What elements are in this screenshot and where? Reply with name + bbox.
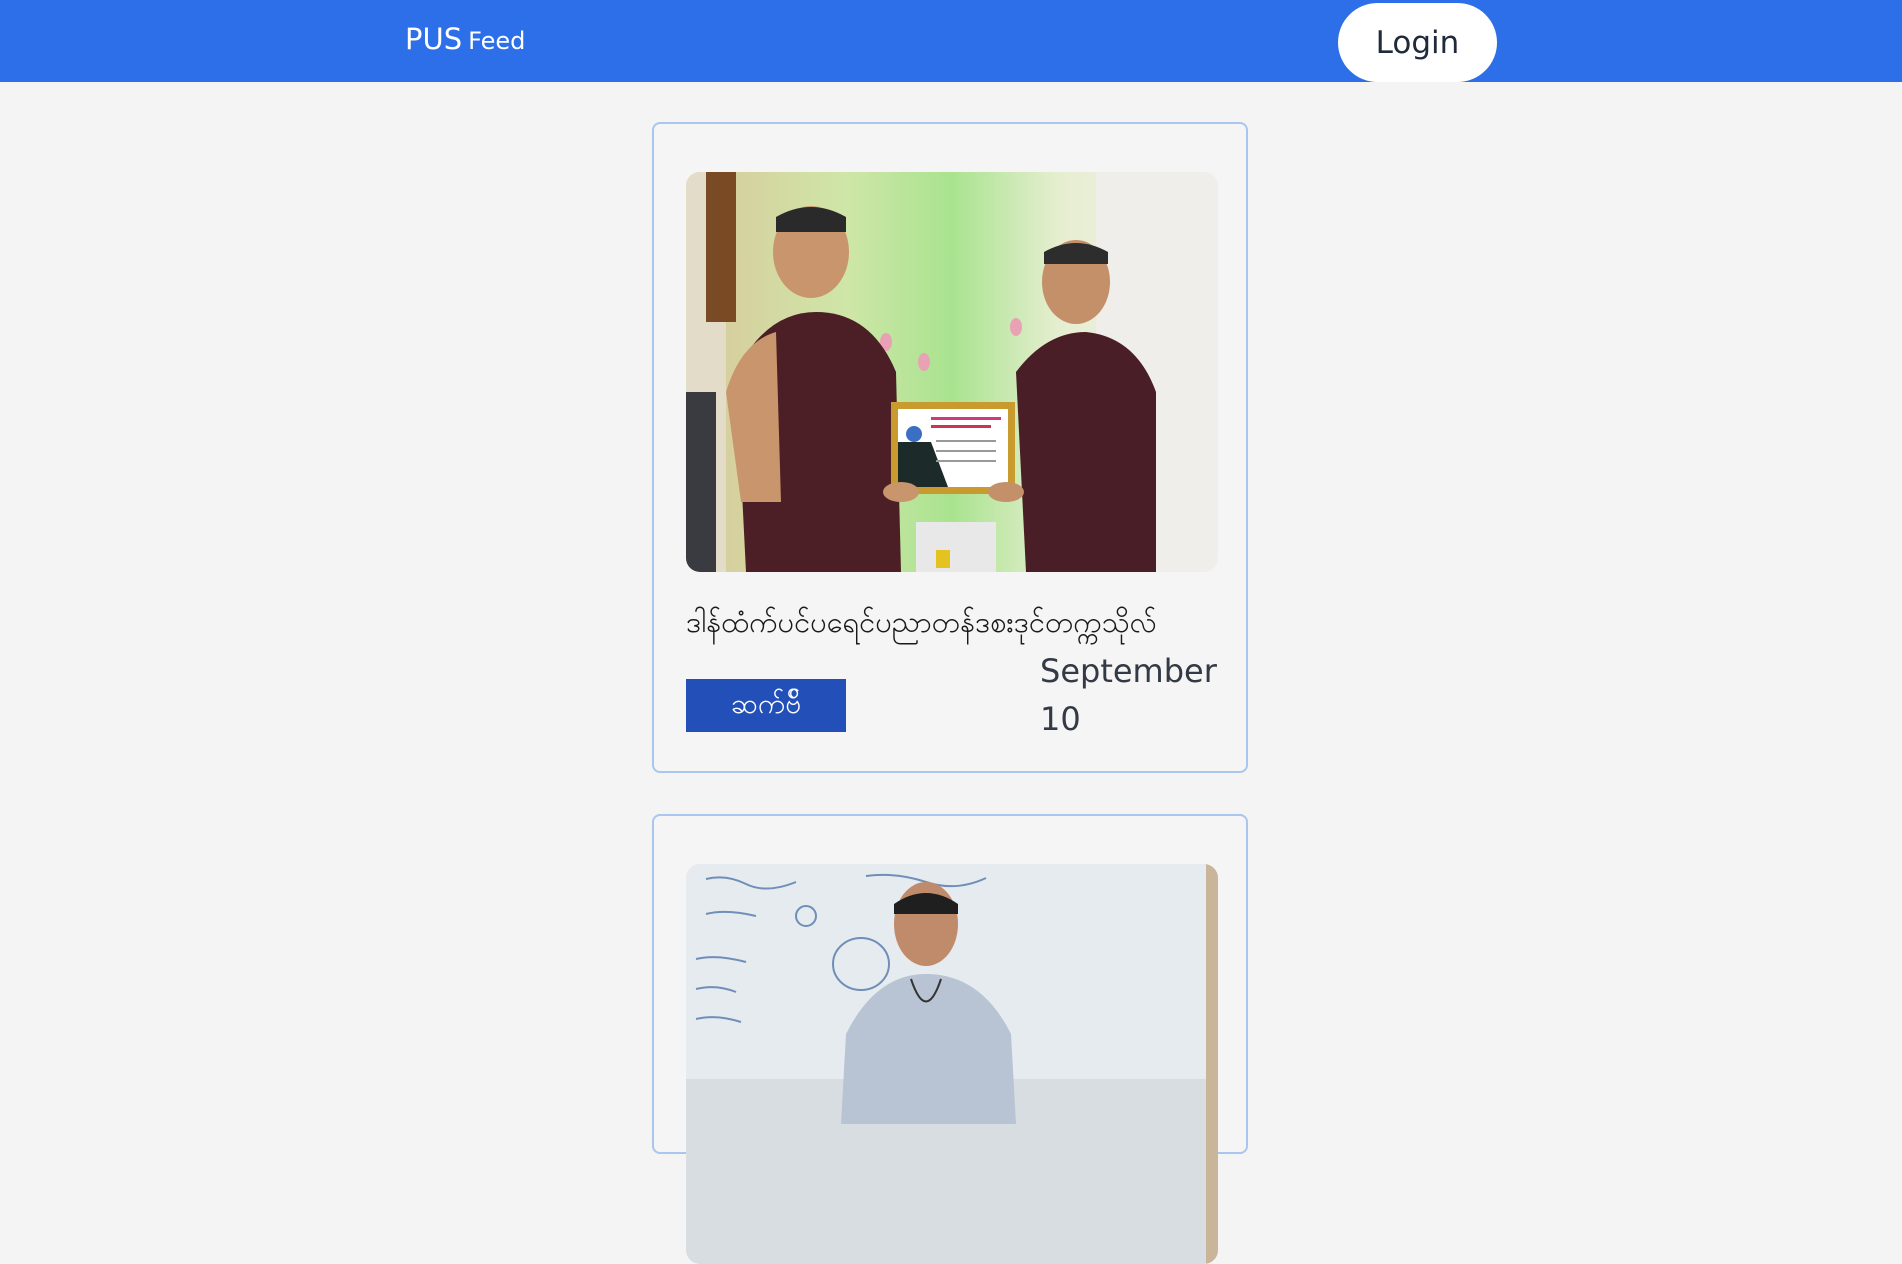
post-image[interactable]	[686, 172, 1218, 572]
post-card	[652, 814, 1248, 1264]
read-more-button[interactable]: ဆက်ဗ်ိ	[686, 679, 846, 732]
brand-sub-text: Feed	[468, 27, 526, 55]
post-image[interactable]	[686, 864, 1218, 1264]
post-date: September 10	[1040, 652, 1217, 738]
top-navbar: PUS Feed Login	[0, 0, 1902, 82]
photo-monks-icon	[686, 172, 1218, 572]
post-card: ဒါန်ထံက်ပင်ပရေင်ပညာတန်ဒစးဒုင်တက္ကသိုလ် ဆ…	[652, 122, 1248, 773]
login-button[interactable]: Login	[1338, 3, 1497, 82]
brand-main-text: PUS	[405, 22, 463, 56]
post-title: ဒါန်ထံက်ပင်ပရေင်ပညာတန်ဒစးဒုင်တက္ကသိုလ်	[686, 605, 1157, 639]
brand-logo[interactable]: PUS Feed	[405, 22, 525, 56]
photo-lecturer-icon	[686, 864, 1218, 1264]
